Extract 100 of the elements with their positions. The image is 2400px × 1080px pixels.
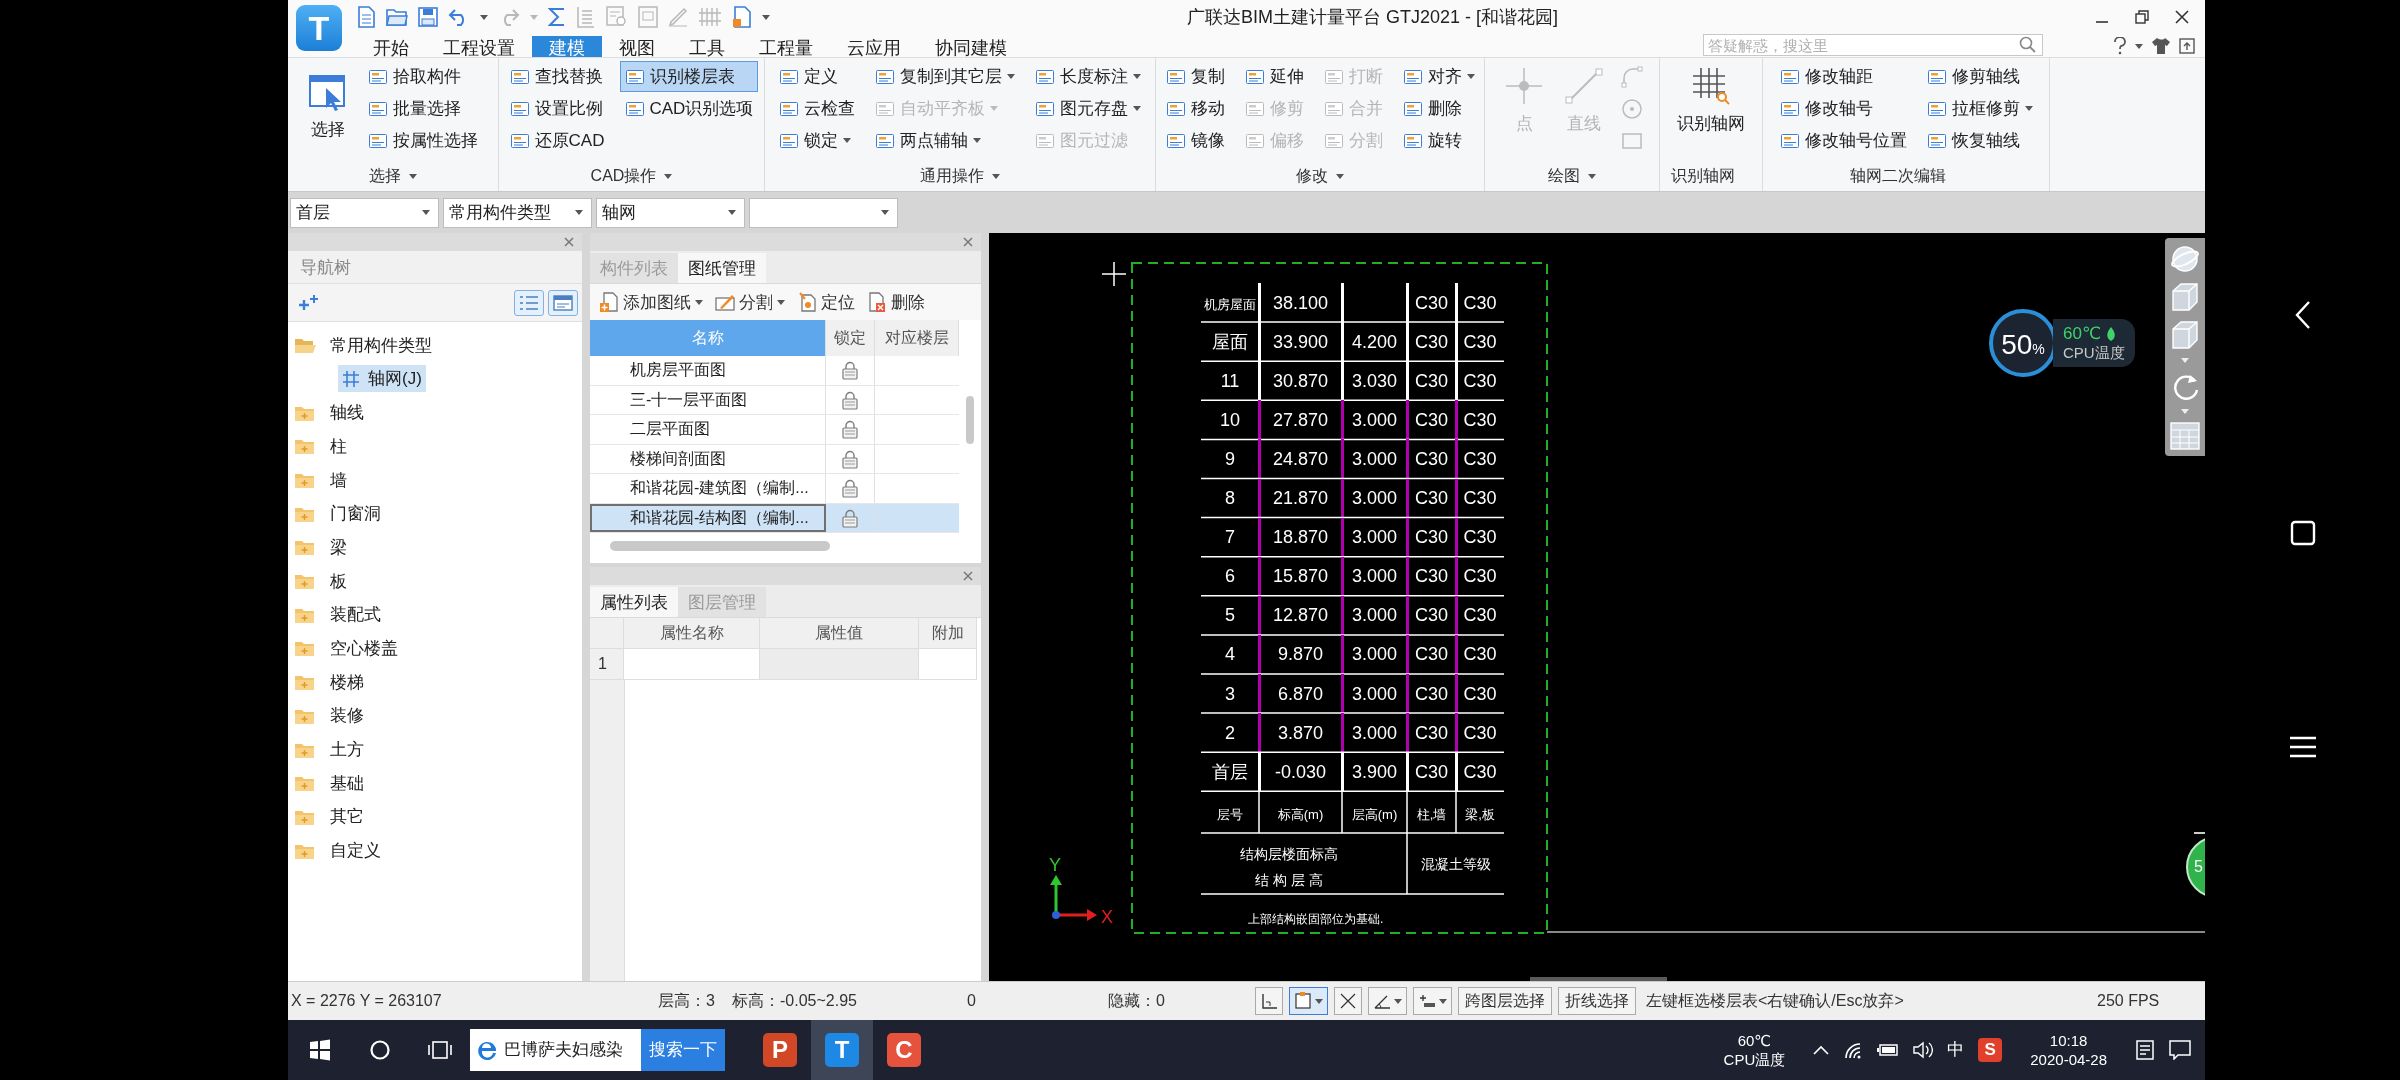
- ribbon-button[interactable]: 延伸: [1239, 61, 1309, 92]
- ribbon-button[interactable]: 还原CAD: [504, 125, 610, 156]
- tree-item[interactable]: 板: [326, 567, 351, 595]
- grid-lines-icon[interactable]: [698, 7, 722, 27]
- notification-icon[interactable]: [2169, 1040, 2191, 1060]
- ribbon-button[interactable]: 修改轴距: [1774, 61, 1912, 92]
- column-header[interactable]: 属性名称: [624, 618, 760, 650]
- help-icon[interactable]: [2113, 37, 2127, 55]
- input-method-indicator[interactable]: 中: [1947, 1038, 1965, 1062]
- table-cell[interactable]: [919, 649, 977, 681]
- menu-tab[interactable]: 工具: [672, 36, 742, 57]
- ribbon-button[interactable]: 锁定: [774, 125, 860, 156]
- table-row[interactable]: 机房层平面图: [590, 356, 959, 386]
- restore-icon[interactable]: [2135, 10, 2149, 24]
- ribbon-button[interactable]: CAD识别选项: [619, 93, 759, 124]
- ribbon-button[interactable]: 拉框修剪: [1921, 93, 2038, 124]
- column-header[interactable]: 附加: [919, 618, 977, 650]
- tree-item[interactable]: 柱: [326, 432, 351, 460]
- dropdown-field[interactable]: 轴网: [596, 197, 745, 228]
- table-row[interactable]: 和谐花园-结构图（编制...: [590, 503, 959, 534]
- panel-tab[interactable]: 图纸管理: [678, 253, 766, 284]
- column-header[interactable]: 对应楼层: [875, 320, 959, 357]
- menu-tab[interactable]: 建模: [532, 36, 602, 57]
- table-icon[interactable]: [2170, 422, 2200, 451]
- toolbar-button[interactable]: 删除: [864, 290, 928, 314]
- sum-icon[interactable]: [548, 7, 566, 27]
- tree-item[interactable]: 空心楼盖: [326, 635, 402, 662]
- save-icon[interactable]: [418, 7, 438, 27]
- tree-item[interactable]: 轴网(J): [338, 365, 426, 393]
- new-document-icon[interactable]: [356, 6, 376, 28]
- ribbon-button[interactable]: 镜像: [1160, 125, 1230, 156]
- menu-tab[interactable]: 工程设置: [426, 36, 532, 57]
- toolbar-button[interactable]: 分割: [712, 290, 788, 314]
- table-cell[interactable]: [624, 649, 760, 681]
- tree-item[interactable]: 装配式: [326, 601, 385, 629]
- tree-item[interactable]: 装修: [326, 702, 368, 730]
- panel-view-button[interactable]: [548, 289, 578, 316]
- cube-icon[interactable]: [2170, 282, 2200, 313]
- ribbon-button[interactable]: 对齐: [1397, 61, 1480, 92]
- input-method-button[interactable]: S: [1978, 1038, 2003, 1062]
- tree-item[interactable]: 基础: [326, 769, 368, 797]
- ribbon-button[interactable]: 识别轴网: [1672, 61, 1750, 140]
- globe-icon[interactable]: [2170, 244, 2200, 275]
- circle-search-icon[interactable]: [369, 1039, 391, 1061]
- status-button[interactable]: 跨图层选择: [1458, 987, 1552, 1016]
- status-toggle-button[interactable]: [1413, 987, 1452, 1016]
- ribbon-button[interactable]: 识别楼层表: [619, 61, 759, 92]
- sheet-icon[interactable]: [638, 6, 658, 28]
- column-header[interactable]: 锁定: [826, 320, 875, 357]
- toolbar-button[interactable]: 添加图纸: [596, 290, 706, 314]
- home-square-icon[interactable]: [2289, 520, 2316, 546]
- menu-icon[interactable]: [2288, 736, 2317, 758]
- toolbar-button[interactable]: 定位: [794, 290, 858, 314]
- tree-item[interactable]: 自定义: [326, 837, 385, 865]
- ribbon-button[interactable]: 图元存盘: [1030, 93, 1146, 124]
- menu-tab[interactable]: 协同建模: [918, 36, 1024, 57]
- ribbon-button[interactable]: 选择: [303, 61, 353, 146]
- dropdown-field[interactable]: [749, 197, 898, 228]
- tree-item[interactable]: 轴线: [326, 399, 368, 427]
- taskbar-app-button[interactable]: P: [749, 1020, 811, 1080]
- ribbon-button[interactable]: 移动: [1160, 93, 1230, 124]
- menu-tab[interactable]: 云应用: [830, 36, 918, 57]
- shirt-icon[interactable]: [2151, 37, 2171, 55]
- search-button[interactable]: 搜索一下: [641, 1029, 725, 1071]
- panel-tab[interactable]: 属性列表: [590, 587, 678, 618]
- cube-icon[interactable]: [2170, 320, 2200, 351]
- document-icon[interactable]: [732, 6, 752, 28]
- search-icon[interactable]: [2019, 36, 2037, 54]
- battery-icon[interactable]: [1877, 1042, 1900, 1058]
- tree-item[interactable]: 门窗洞: [326, 500, 385, 528]
- folder-icon[interactable]: [386, 7, 408, 27]
- column-header[interactable]: 属性值: [760, 618, 919, 650]
- task-view-icon[interactable]: [428, 1040, 452, 1060]
- status-toggle-button[interactable]: [1334, 987, 1362, 1016]
- status-button[interactable]: 折线选择: [1558, 987, 1636, 1016]
- ribbon-button[interactable]: 旋转: [1397, 125, 1480, 156]
- table-row[interactable]: 二层平面图: [590, 415, 959, 445]
- status-toggle-button[interactable]: [1289, 987, 1328, 1016]
- table-search-icon[interactable]: [606, 6, 628, 28]
- ribbon-button[interactable]: 删除: [1397, 93, 1480, 124]
- ribbon-button[interactable]: 两点辅轴: [870, 125, 1020, 156]
- back-icon[interactable]: [2294, 300, 2311, 330]
- pin-window-icon[interactable]: [2179, 38, 2195, 54]
- pencil-icon[interactable]: [668, 7, 688, 27]
- sparkle-icon[interactable]: [298, 293, 320, 312]
- tree-item[interactable]: 梁: [326, 533, 351, 561]
- ribbon-button[interactable]: 修改轴号: [1774, 93, 1912, 124]
- tree-item[interactable]: 土方: [326, 736, 368, 764]
- menu-tab[interactable]: 开始: [356, 36, 426, 57]
- report-icon[interactable]: [576, 6, 596, 28]
- taskbar-app-button[interactable]: C: [873, 1020, 935, 1080]
- list-view-button[interactable]: [514, 289, 544, 316]
- ribbon-button[interactable]: 长度标注: [1030, 61, 1146, 92]
- dropdown-field[interactable]: 常用构件类型: [443, 197, 592, 228]
- menu-tab[interactable]: 视图: [602, 36, 672, 57]
- ribbon-button[interactable]: 查找替换: [504, 61, 610, 92]
- ribbon-button[interactable]: 复制到其它层: [870, 61, 1020, 92]
- ribbon-button[interactable]: 批量选择: [363, 93, 483, 124]
- ribbon-button[interactable]: 按属性选择: [363, 125, 483, 156]
- status-toggle-button[interactable]: [1255, 987, 1283, 1016]
